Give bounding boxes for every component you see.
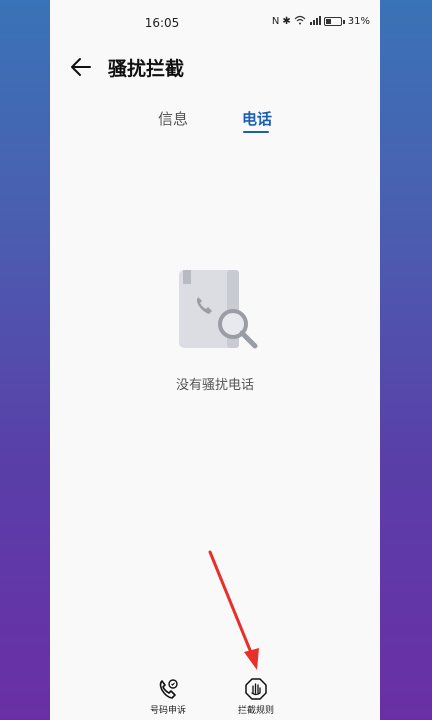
tab-calls[interactable]: 电话: [242, 108, 272, 129]
bottom-toolbar: 号码申诉 拦截规则: [50, 670, 380, 720]
status-bar: 16:05 N ✱ 31%: [50, 0, 380, 40]
nfc-icon: N: [271, 16, 280, 27]
phone-screen: 16:05 N ✱ 31% 骚扰拦截 信息 电话 没有骚扰电话 号码申诉 拦截规…: [50, 0, 380, 720]
number-appeal-button[interactable]: 号码申诉: [138, 678, 198, 716]
phone-appeal-icon: [159, 679, 178, 699]
header: 骚扰拦截: [50, 50, 380, 84]
status-time: 16:05: [144, 16, 180, 30]
status-icons: N ✱ 31%: [272, 15, 370, 28]
hand-block-icon: [245, 678, 267, 700]
page-title: 骚扰拦截: [108, 58, 185, 80]
wifi-icon: [294, 15, 306, 28]
battery-icon: [323, 17, 342, 26]
number-appeal-label: 号码申诉: [149, 706, 186, 716]
empty-call-log-search-icon: [179, 270, 258, 349]
signal-icon: [309, 15, 321, 28]
block-rules-button[interactable]: 拦截规则: [226, 678, 286, 716]
block-rules-label: 拦截规则: [237, 706, 274, 716]
tab-messages[interactable]: 信息: [158, 108, 188, 129]
active-tab-indicator: [243, 131, 269, 133]
empty-state-message: 没有骚扰电话: [175, 378, 254, 393]
bluetooth-icon: ✱: [282, 16, 291, 27]
battery-percent: 31%: [347, 16, 370, 27]
back-arrow-icon[interactable]: [68, 55, 94, 79]
tab-bar: 信息 电话: [50, 100, 380, 134]
